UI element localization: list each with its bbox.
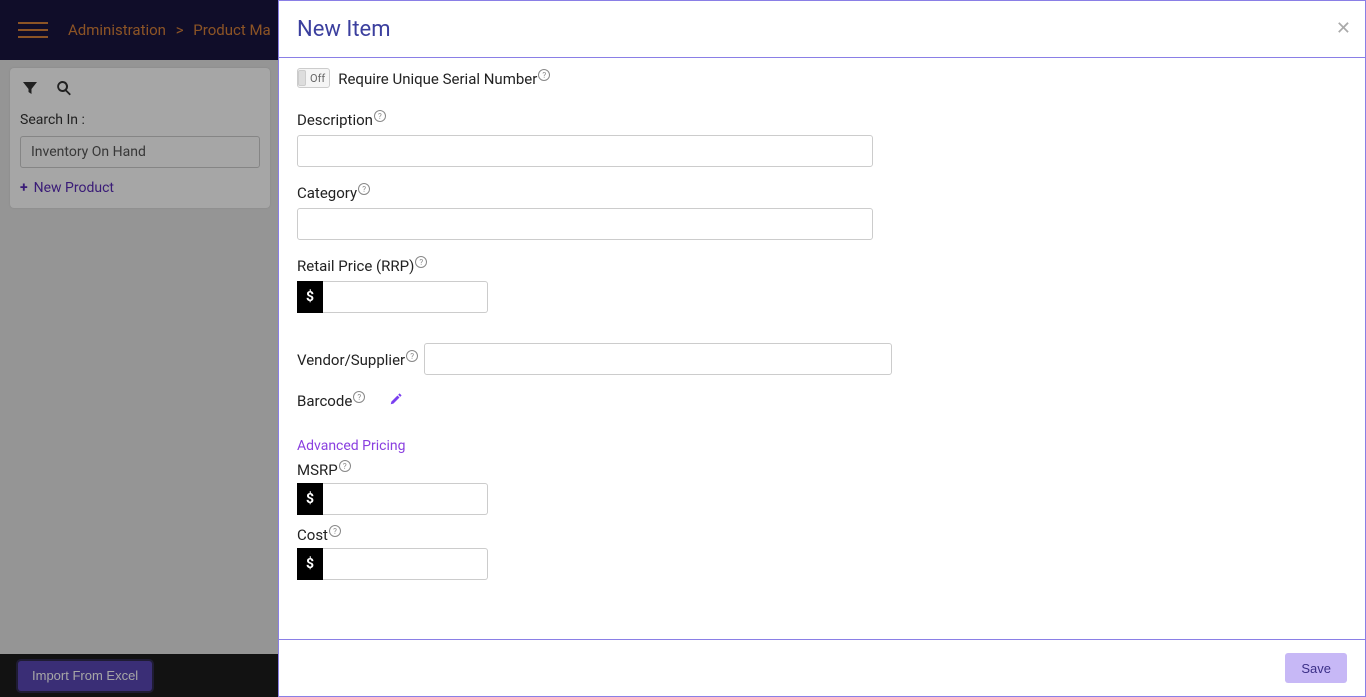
modal-header: New Item ✕ bbox=[279, 1, 1365, 58]
description-label: Description? bbox=[297, 110, 386, 129]
help-icon[interactable]: ? bbox=[415, 256, 427, 268]
modal-title: New Item bbox=[297, 17, 391, 42]
help-icon[interactable]: ? bbox=[329, 525, 341, 537]
barcode-text: Barcode bbox=[297, 392, 352, 410]
help-icon[interactable]: ? bbox=[358, 183, 370, 195]
require-serial-label: Require Unique Serial Number? bbox=[338, 69, 550, 88]
save-label: Save bbox=[1301, 661, 1331, 676]
currency-prefix: $ bbox=[297, 281, 323, 313]
barcode-label: Barcode? bbox=[297, 391, 365, 410]
help-icon[interactable]: ? bbox=[353, 391, 365, 403]
require-serial-toggle[interactable]: Off bbox=[297, 68, 330, 88]
category-input[interactable] bbox=[297, 208, 873, 240]
help-icon[interactable]: ? bbox=[406, 350, 418, 362]
toggle-state: Off bbox=[310, 72, 325, 85]
currency-prefix: $ bbox=[297, 483, 323, 515]
edit-barcode-button[interactable] bbox=[389, 392, 403, 410]
currency-prefix: $ bbox=[297, 548, 323, 580]
modal-footer: Save bbox=[279, 639, 1365, 696]
retail-price-input[interactable] bbox=[323, 281, 488, 313]
msrp-text: MSRP bbox=[297, 461, 338, 479]
vendor-input[interactable] bbox=[424, 343, 892, 375]
description-text: Description bbox=[297, 111, 373, 129]
msrp-input[interactable] bbox=[323, 483, 488, 515]
save-button[interactable]: Save bbox=[1285, 653, 1347, 683]
help-icon[interactable]: ? bbox=[538, 69, 550, 81]
modal-body[interactable]: Off Require Unique Serial Number? Descri… bbox=[279, 58, 1365, 639]
msrp-label: MSRP? bbox=[297, 460, 351, 479]
vendor-label: Vendor/Supplier? bbox=[297, 350, 418, 369]
advanced-pricing-link[interactable]: Advanced Pricing bbox=[297, 438, 405, 454]
cost-label: Cost? bbox=[297, 525, 341, 544]
toggle-knob bbox=[298, 70, 306, 86]
cost-text: Cost bbox=[297, 526, 328, 544]
new-item-modal: New Item ✕ Off Require Unique Serial Num… bbox=[278, 0, 1366, 697]
retail-price-label: Retail Price (RRP)? bbox=[297, 256, 427, 275]
description-input[interactable] bbox=[297, 135, 873, 167]
category-label: Category? bbox=[297, 183, 370, 202]
require-serial-text: Require Unique Serial Number bbox=[338, 70, 537, 88]
category-text: Category bbox=[297, 184, 357, 202]
retail-text: Retail Price (RRP) bbox=[297, 257, 414, 275]
vendor-text: Vendor/Supplier bbox=[297, 351, 405, 369]
pencil-icon bbox=[389, 392, 403, 406]
cost-input[interactable] bbox=[323, 548, 488, 580]
help-icon[interactable]: ? bbox=[339, 460, 351, 472]
help-icon[interactable]: ? bbox=[374, 110, 386, 122]
modal-close-button[interactable]: ✕ bbox=[1336, 19, 1351, 37]
close-icon: ✕ bbox=[1336, 18, 1351, 38]
